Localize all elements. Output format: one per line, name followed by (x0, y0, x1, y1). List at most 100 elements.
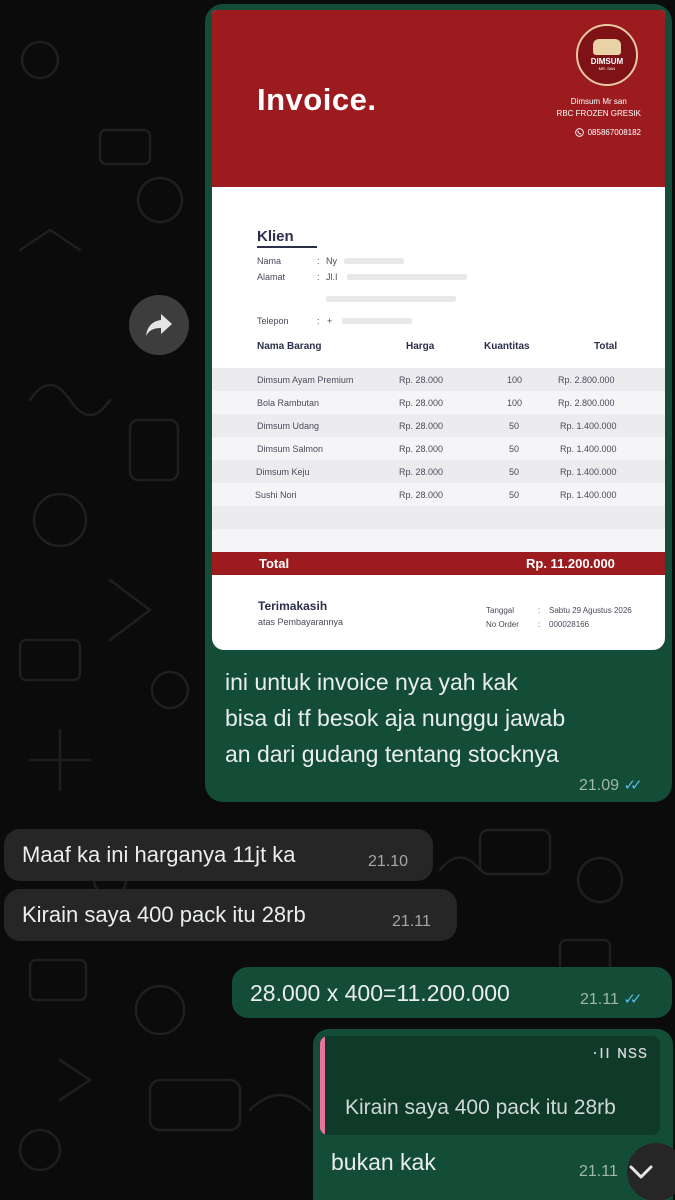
message-time: 21.10 (368, 853, 409, 870)
read-receipt-icon: ✓✓ (623, 991, 642, 1008)
table-row-empty (212, 506, 665, 529)
outgoing-message[interactable]: 28.000 x 400=11.200.000 21.11 ✓✓ (232, 967, 672, 1018)
quote-accent-bar (320, 1036, 325, 1135)
item-price: Rp. 28.000 (399, 467, 444, 477)
message-time: 21.11 (392, 913, 431, 930)
message-text: 28.000 x 400=11.200.000 (250, 980, 510, 1006)
col-kuantitas: Kuantitas (484, 341, 530, 352)
nama-label: Nama (257, 256, 282, 266)
phone-icon (574, 128, 584, 137)
shop-name: Dimsum Mr san (570, 97, 627, 106)
table-row: Dimsum Keju Rp. 28.000 50 Rp. 1.400.000 (212, 460, 665, 483)
outgoing-image-message[interactable]: Invoice. DIMSUM MR. SAN Dimsum Mr san RB… (205, 4, 672, 802)
tanggal-label: Tanggal (486, 606, 515, 615)
table-row: Dimsum Salmon Rp. 28.000 50 Rp. 1.400.00… (212, 437, 665, 460)
table-row: Dimsum Ayam Premium Rp. 28.000 100 Rp. 2… (212, 368, 665, 391)
col-total: Total (594, 341, 618, 352)
table-row: Dimsum Udang Rp. 28.000 50 Rp. 1.400.000 (212, 414, 665, 437)
klien-underline (257, 246, 317, 248)
read-receipt-icon: ✓✓ (623, 777, 643, 794)
caption-line: an dari gudang tentang stocknya (225, 741, 559, 767)
item-name: Dimsum Udang (257, 421, 320, 431)
item-qty: 100 (507, 375, 523, 385)
item-total: Rp. 2.800.000 (558, 398, 615, 408)
alamat-value: Jl.I (326, 272, 338, 282)
invoice-image[interactable]: Invoice. DIMSUM MR. SAN Dimsum Mr san RB… (212, 10, 665, 650)
message-text: Kirain saya 400 pack itu 28rb (22, 902, 306, 927)
item-name: Bola Rambutan (257, 398, 320, 408)
redacted-text (344, 258, 404, 264)
telepon-label: Telepon (257, 316, 289, 326)
invoice-title: Invoice. (257, 82, 377, 117)
item-name: Dimsum Salmon (257, 444, 324, 454)
quoted-message[interactable]: ·ıı ɴss Kirain saya 400 pack itu 28rb (320, 1036, 660, 1135)
item-price: Rp. 28.000 (399, 398, 444, 408)
col-harga: Harga (406, 341, 435, 352)
dimsum-icon (593, 39, 621, 55)
no-order-label: No Order (486, 620, 519, 629)
redacted-text (342, 318, 412, 324)
message-caption: ini untuk invoice nya yah kak bisa di tf… (225, 664, 655, 772)
incoming-message[interactable]: Kirain saya 400 pack itu 28rb 21.11 (4, 889, 457, 941)
item-price: Rp. 28.000 (399, 375, 444, 385)
caption-line: bisa di tf besok aja nunggu jawab (225, 705, 566, 731)
alamat-label: Alamat (257, 272, 286, 282)
no-order-value: 000028166 (549, 620, 590, 629)
item-total: Rp. 1.400.000 (560, 444, 617, 454)
item-total: Rp. 1.400.000 (560, 490, 617, 500)
forward-icon (146, 314, 172, 336)
quote-text: Kirain saya 400 pack itu 28rb (345, 1096, 616, 1119)
colon: : (538, 606, 541, 615)
shop-phone: 085867008182 (574, 128, 641, 137)
message-text: bukan kak (331, 1149, 436, 1175)
colon: : (317, 256, 320, 266)
item-price: Rp. 28.000 (399, 444, 444, 454)
table-row-empty (212, 529, 665, 552)
time-text: 21.11 (580, 991, 619, 1008)
nama-value: Ny (326, 256, 337, 266)
forward-button[interactable] (129, 295, 189, 355)
item-qty: 50 (509, 421, 520, 431)
phone-number: 085867008182 (587, 128, 641, 137)
incoming-message[interactable]: Maaf ka ini harganya 11jt ka 21.10 (4, 829, 433, 881)
time-text: 21.09 (579, 777, 620, 794)
chevron-down-icon (629, 1165, 653, 1179)
message-time: 21.11 (579, 1163, 618, 1180)
quote-author: ·ıı ɴss (592, 1042, 648, 1062)
tanggal-value: Sabtu 29 Agustus 2026 (549, 606, 632, 615)
invoice-total-bar: Total Rp. 11.200.000 (212, 552, 665, 575)
col-nama-barang: Nama Barang (257, 341, 322, 352)
item-name: Dimsum Keju (256, 467, 310, 477)
item-qty: 50 (509, 490, 520, 500)
telepon-value: + (327, 316, 333, 326)
total-label: Total (259, 556, 290, 571)
item-total: Rp. 2.800.000 (558, 375, 615, 385)
item-qty: 50 (509, 444, 520, 454)
colon: : (317, 272, 320, 282)
thanks-heading: Terimakasih (258, 599, 328, 613)
outgoing-reply-message[interactable]: ·ıı ɴss Kirain saya 400 pack itu 28rb bu… (313, 1029, 673, 1200)
colon: : (538, 620, 541, 629)
logo-subtext: MR. SAN (598, 66, 616, 71)
shop-subname: RBC FROZEN GRESIK (556, 109, 641, 118)
item-qty: 50 (509, 467, 520, 477)
item-price: Rp. 28.000 (399, 421, 444, 431)
item-name: Dimsum Ayam Premium (257, 375, 354, 385)
item-total: Rp. 1.400.000 (560, 467, 617, 477)
shop-info: Dimsum Mr san RBC FROZEN GRESIK (557, 96, 641, 120)
colon: : (317, 316, 320, 326)
total-value: Rp. 11.200.000 (526, 556, 615, 571)
shop-logo: DIMSUM MR. SAN (576, 24, 638, 86)
item-price: Rp. 28.000 (399, 490, 444, 500)
klien-heading: Klien (257, 228, 294, 245)
invoice-header: Invoice. DIMSUM MR. SAN Dimsum Mr san RB… (212, 10, 665, 187)
table-row: Sushi Nori Rp. 28.000 50 Rp. 1.400.000 (212, 483, 665, 506)
item-name: Sushi Nori (255, 490, 297, 500)
item-total: Rp. 1.400.000 (560, 421, 617, 431)
message-text: Maaf ka ini harganya 11jt ka (22, 842, 296, 867)
message-time: 21.09 ✓✓ (579, 776, 643, 795)
scroll-down-button[interactable] (627, 1143, 675, 1200)
table-row: Bola Rambutan Rp. 28.000 100 Rp. 2.800.0… (212, 391, 665, 414)
caption-line: ini untuk invoice nya yah kak (225, 669, 518, 695)
thanks-subtext: atas Pembayarannya (258, 617, 344, 627)
